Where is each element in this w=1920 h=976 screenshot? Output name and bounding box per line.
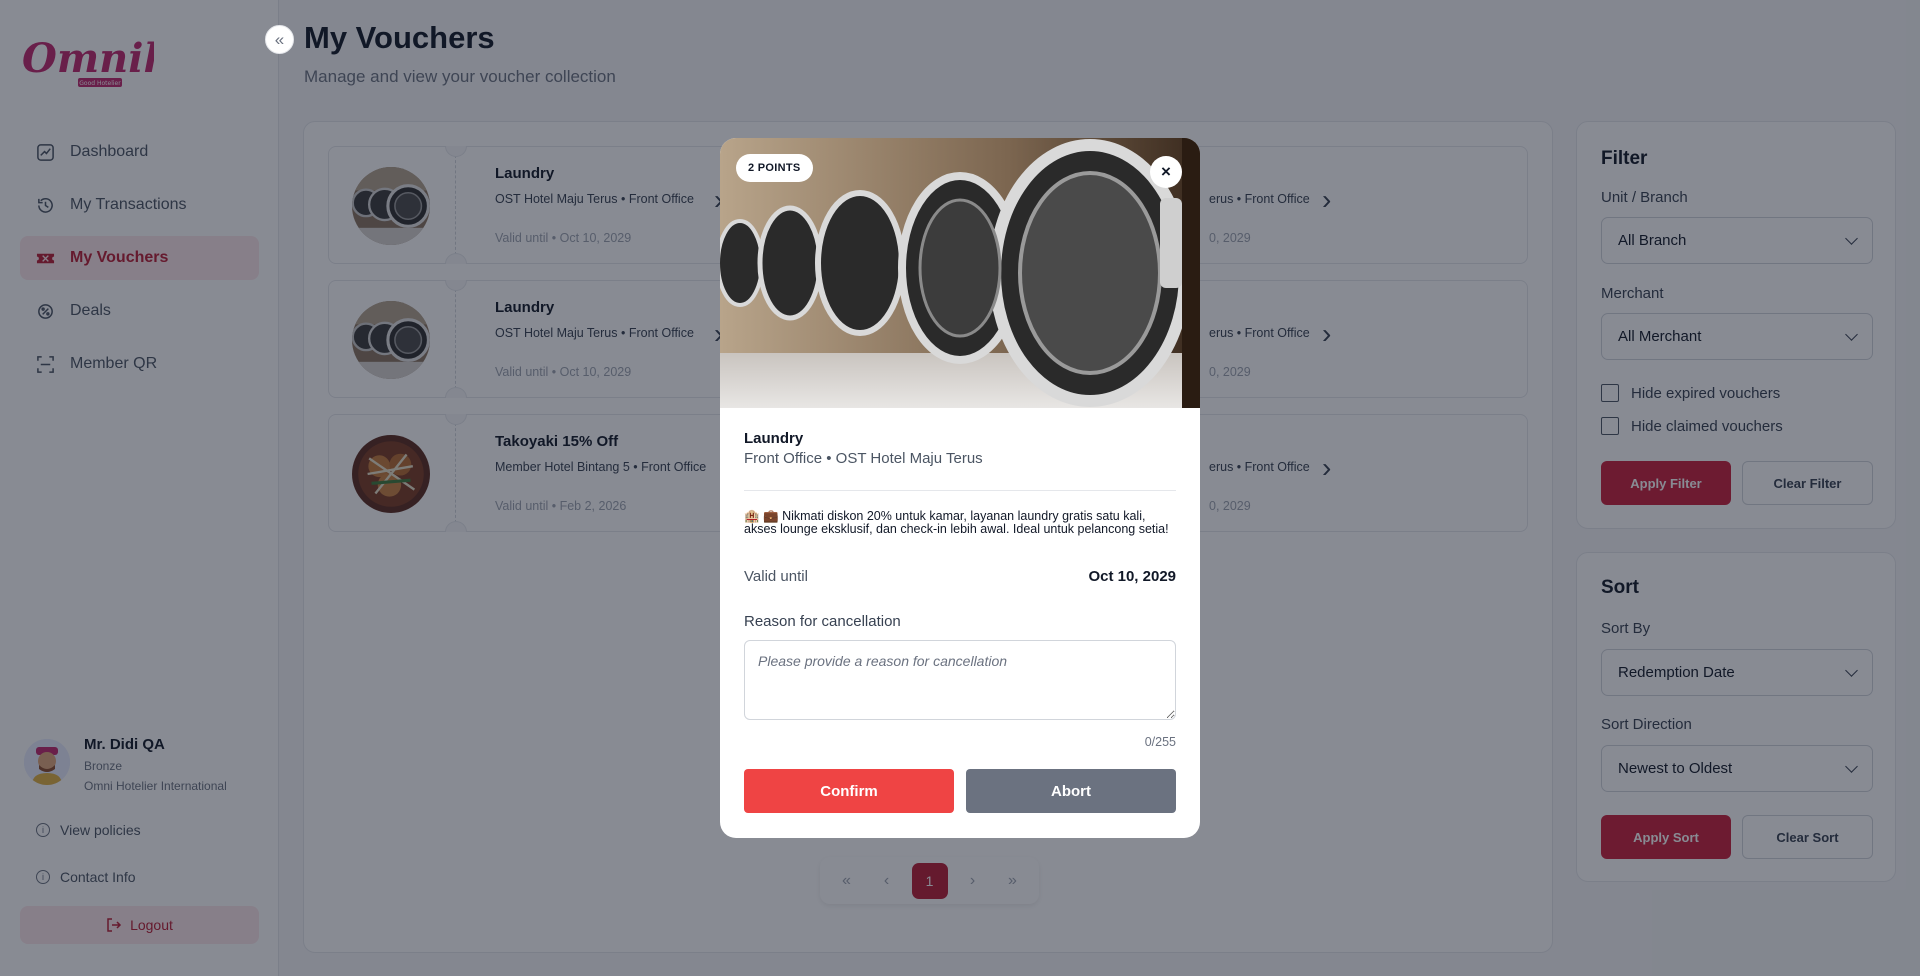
cancellation-reason-input[interactable] bbox=[744, 640, 1176, 720]
divider bbox=[744, 490, 1176, 491]
valid-until-date: Oct 10, 2029 bbox=[1088, 568, 1176, 585]
valid-until-label: Valid until bbox=[744, 568, 808, 585]
modal-voucher-subtitle: Front Office • OST Hotel Maju Terus bbox=[744, 450, 983, 467]
character-counter: 0/255 bbox=[1144, 735, 1176, 749]
double-chevron-left-icon: « bbox=[274, 29, 285, 49]
confirm-button[interactable]: Confirm bbox=[744, 769, 954, 813]
close-icon: × bbox=[1161, 162, 1171, 181]
modal-voucher-title: Laundry bbox=[744, 430, 804, 447]
modal-voucher-description: 🏨 💼 Nikmati diskon 20% untuk kamar, laya… bbox=[744, 509, 1169, 536]
cancel-voucher-modal: 2 POINTS × Laundry Front Office • OST Ho… bbox=[720, 138, 1200, 838]
close-button[interactable]: × bbox=[1150, 156, 1182, 188]
reason-label: Reason for cancellation bbox=[744, 613, 901, 630]
points-badge: 2 POINTS bbox=[736, 154, 813, 182]
abort-button[interactable]: Abort bbox=[966, 769, 1176, 813]
sidebar-collapse-button[interactable]: « bbox=[265, 25, 294, 54]
